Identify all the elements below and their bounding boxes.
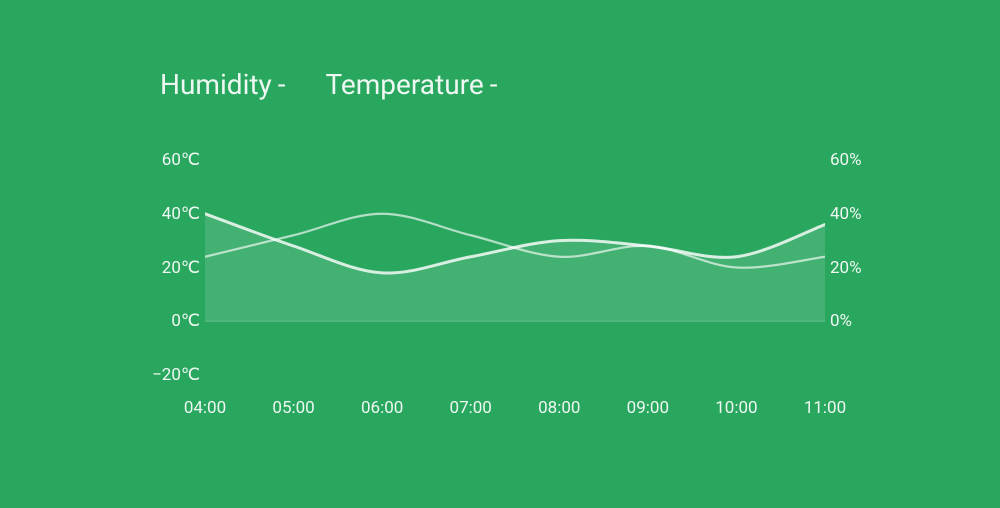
y-tick-right: 40% xyxy=(830,204,862,224)
x-tick: 06:00 xyxy=(361,398,403,418)
y-tick-right: 60% xyxy=(830,150,862,170)
y-tick-right: 20% xyxy=(830,258,862,278)
x-tick: 10:00 xyxy=(715,398,757,418)
chart-svg xyxy=(205,160,825,375)
x-tick: 05:00 xyxy=(272,398,314,418)
y-tick-left: 40℃ xyxy=(162,204,200,224)
x-tick: 09:00 xyxy=(627,398,669,418)
legend-temperature: Temperature - xyxy=(326,68,498,101)
y-axis-left: 60℃40℃20℃0℃−20℃ xyxy=(130,160,200,375)
legend-humidity-value: - xyxy=(278,68,286,101)
y-tick-left: 0℃ xyxy=(171,311,200,331)
y-tick-left: 20℃ xyxy=(162,258,200,278)
y-tick-right: 0% xyxy=(830,311,852,331)
x-axis: 04:0005:0006:0007:0008:0009:0010:0011:00 xyxy=(205,398,825,422)
y-tick-left: −20℃ xyxy=(152,365,200,385)
x-tick: 11:00 xyxy=(804,398,846,418)
y-axis-right: 60%40%20%0% xyxy=(830,160,900,375)
legend-temperature-value: - xyxy=(490,68,498,101)
chart-plot-area xyxy=(205,160,825,375)
legend-humidity: Humidity - xyxy=(160,68,286,101)
legend-humidity-label: Humidity xyxy=(160,68,272,101)
chart-legend: Humidity - Temperature - xyxy=(160,68,497,101)
legend-temperature-label: Temperature xyxy=(326,68,484,101)
y-tick-left: 60℃ xyxy=(162,150,200,170)
x-tick: 08:00 xyxy=(538,398,580,418)
x-tick: 07:00 xyxy=(450,398,492,418)
x-tick: 04:00 xyxy=(184,398,226,418)
